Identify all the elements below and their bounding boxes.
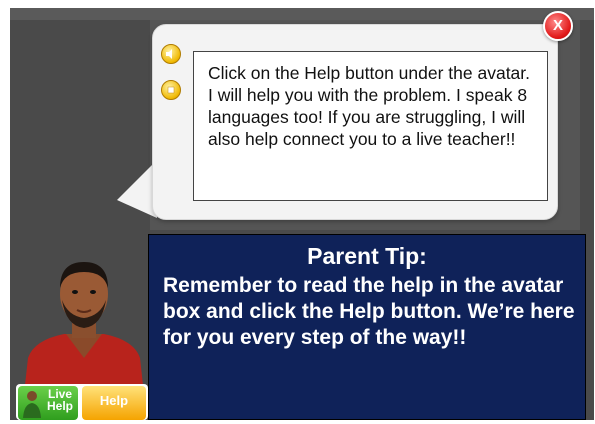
live-help-button[interactable]: Live Help [18,386,78,420]
speaker-icon [166,49,172,59]
top-strip [10,8,594,20]
avatar [24,262,144,394]
help-message-box: Click on the Help button under the avata… [193,51,548,201]
live-help-label: Live Help [46,387,73,413]
help-button[interactable]: Help [82,386,146,420]
parent-tip-title: Parent Tip: [307,243,427,269]
help-message: Click on the Help button under the avata… [208,63,531,149]
parent-tip-panel: Parent Tip: Remember to read the help in… [148,234,586,420]
speaker-button[interactable] [161,44,181,64]
speech-bubble-tail [117,160,157,218]
teacher-icon [23,391,41,418]
stop-icon [167,86,175,94]
stop-button[interactable] [161,80,181,100]
parent-tip-body: Remember to read the help in the avatar … [163,274,575,349]
close-button[interactable]: X [543,11,573,41]
